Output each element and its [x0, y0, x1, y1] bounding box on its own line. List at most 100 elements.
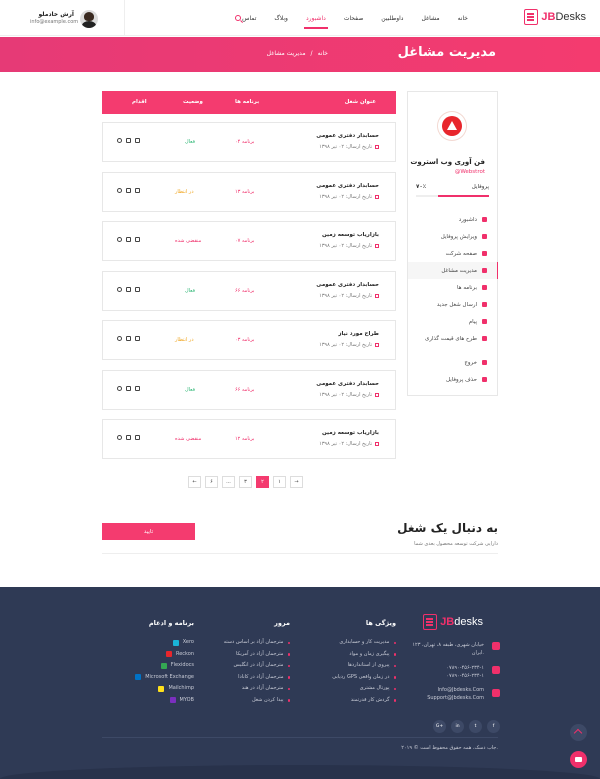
nav-item[interactable]: وبلاگ	[272, 15, 290, 22]
job-title[interactable]: حسابدار دفتری عمومی	[316, 381, 379, 387]
job-applications[interactable]: ۱۳ برنامه	[235, 189, 254, 195]
nav-item[interactable]: صفحات	[342, 15, 365, 22]
footer-link[interactable]: پورتال مشتری	[332, 683, 396, 695]
breadcrumb-home[interactable]: خانه	[318, 50, 328, 57]
scroll-top-button[interactable]	[570, 724, 587, 741]
social-link[interactable]: G+	[433, 720, 446, 733]
edit-icon[interactable]	[126, 385, 131, 391]
footer-integration[interactable]: MYOB	[135, 695, 194, 707]
sidebar-item[interactable]: خروج	[408, 354, 497, 371]
sidebar-item[interactable]: طرح های قیمت گذاری	[408, 330, 497, 347]
footer-link[interactable]: مترجمان آزاد در هند	[224, 683, 290, 695]
nav-item[interactable]: داشبورد	[303, 15, 328, 29]
edit-icon[interactable]	[126, 187, 131, 193]
footer-integration[interactable]: Reckon	[135, 649, 194, 661]
view-icon[interactable]	[117, 237, 122, 242]
job-applications[interactable]: ۰۴ برنامه	[235, 139, 254, 145]
pagination-page[interactable]: ۲	[256, 476, 269, 488]
footer-integration[interactable]: Mailchimp	[135, 683, 194, 695]
avatar[interactable]	[80, 10, 98, 28]
site-logo[interactable]: JBDesks	[524, 9, 586, 25]
footer-link[interactable]: ردیابی GPS در زمان واقعی	[332, 672, 396, 684]
footer-col-title: ویژگی ها	[365, 619, 396, 627]
view-icon[interactable]	[117, 385, 122, 391]
footer-link[interactable]: گردش کار قدرتمند	[332, 695, 396, 707]
footer-logo[interactable]: JBdesks	[423, 614, 483, 630]
footer-integration[interactable]: Microsoft Exchange	[135, 672, 194, 684]
footer-phone-2: ۰۷۸۹۰-۴۵۶-۲۳۴-۱	[446, 673, 484, 679]
social-link[interactable]: f	[487, 720, 500, 733]
chat-button[interactable]	[570, 751, 587, 768]
delete-icon[interactable]	[135, 336, 140, 341]
sidebar-item[interactable]: مدیریت مشاغل	[408, 262, 498, 279]
sidebar-item-label: خروج	[464, 359, 477, 366]
social-link[interactable]: in	[451, 720, 464, 733]
job-title[interactable]: بازاریاب توسعه زمین	[322, 232, 379, 238]
footer-integration[interactable]: Xero	[135, 637, 194, 649]
view-icon[interactable]	[117, 435, 122, 440]
footer-email-2[interactable]: Support@Jbdesks.Com	[427, 694, 484, 702]
footer-email-1[interactable]: Info@Jbdesks.Com	[427, 686, 484, 694]
footer-link[interactable]: مترجمان آزاد در انگلیس	[224, 660, 290, 672]
search-icon[interactable]	[235, 15, 241, 21]
delete-icon[interactable]	[135, 435, 140, 440]
pagination-prev[interactable]: ←	[188, 476, 201, 488]
sidebar-item[interactable]: ارسال شغل جدید	[408, 296, 497, 313]
footer-col-title: برنامه و ادغام	[148, 619, 194, 627]
footer-link[interactable]: پیگیری زمان و مواد	[332, 649, 396, 661]
footer-link[interactable]: مترجمان آزاد بر اساس دسته	[224, 637, 290, 649]
social-link[interactable]: t	[469, 720, 482, 733]
nav-item[interactable]: خانه	[456, 15, 470, 22]
view-icon[interactable]	[117, 286, 122, 292]
job-title[interactable]: حسابدار دفتری عمومی	[316, 183, 379, 189]
job-applications[interactable]: ۰۳ برنامه	[235, 337, 254, 343]
footer-link[interactable]: پیدا کردن شغل	[224, 695, 290, 707]
view-icon[interactable]	[117, 138, 122, 143]
job-date-text: تاریخ ارسال: ۰۲ تیر ۱۳۹۸	[319, 292, 372, 299]
footer-link[interactable]: مدیریت کار و حسابداری	[332, 637, 396, 649]
job-title[interactable]: بازاریاب توسعه زمین	[322, 430, 379, 436]
delete-icon[interactable]	[135, 237, 140, 242]
pagination-page[interactable]: ۱	[273, 476, 286, 488]
footer-link[interactable]: پیروی از استانداردها	[332, 660, 396, 672]
pagination-page[interactable]: ۳	[239, 476, 252, 488]
social-links: f t in G+	[433, 720, 500, 733]
job-title[interactable]: طراح مورد نیاز	[338, 331, 379, 337]
edit-icon[interactable]	[126, 286, 131, 292]
company-username[interactable]: @Webstrot	[455, 169, 485, 175]
edit-icon[interactable]	[126, 138, 131, 143]
delete-icon[interactable]	[135, 286, 140, 292]
delete-icon[interactable]	[135, 138, 140, 143]
nav-item[interactable]: داوطلبین	[379, 15, 405, 22]
user-info[interactable]: آرش خادملو info@example.com	[30, 11, 78, 25]
nav-item[interactable]: مشاغل	[419, 15, 441, 22]
job-title[interactable]: حسابدار دفتری عمومی	[316, 133, 379, 139]
footer-link[interactable]: مترجمان آزاد در آمریکا	[224, 649, 290, 661]
job-applications[interactable]: ۰۷ برنامه	[235, 238, 254, 244]
pagination-page[interactable]: ۶	[205, 476, 218, 488]
pagination-next[interactable]: →	[290, 476, 303, 488]
sidebar-item[interactable]: حذف پروفایل	[408, 371, 497, 388]
sidebar-item[interactable]: صفحه شرکت	[408, 245, 497, 262]
edit-icon[interactable]	[126, 435, 131, 440]
confirm-button[interactable]: تایید	[102, 523, 195, 540]
delete-icon[interactable]	[135, 385, 140, 391]
job-applications[interactable]: ۶۶ برنامه	[235, 288, 254, 294]
footer-integration[interactable]: Flexidocs	[135, 660, 194, 672]
edit-icon[interactable]	[126, 237, 131, 242]
sidebar-item[interactable]: برنامه ها	[408, 279, 497, 296]
sidebar-item[interactable]: پیام	[408, 313, 497, 330]
sidebar-item[interactable]: ویرایش پروفایل	[408, 228, 497, 245]
job-applications[interactable]: ۶۶ برنامه	[235, 387, 254, 393]
edit-icon[interactable]	[126, 336, 131, 341]
calendar-icon	[375, 145, 379, 149]
job-applications[interactable]: ۱۲ برنامه	[235, 436, 254, 442]
view-icon[interactable]	[117, 336, 122, 341]
sidebar-item[interactable]: داشبورد	[408, 211, 497, 228]
sidebar-item-label: حذف پروفایل	[446, 376, 477, 383]
view-icon[interactable]	[117, 187, 122, 193]
delete-icon[interactable]	[135, 187, 140, 193]
job-title[interactable]: حسابدار دفتری عمومی	[316, 282, 379, 288]
nav-item[interactable]: تماس	[240, 15, 258, 22]
footer-link[interactable]: مترجمان آزاد در کانادا	[224, 672, 290, 684]
